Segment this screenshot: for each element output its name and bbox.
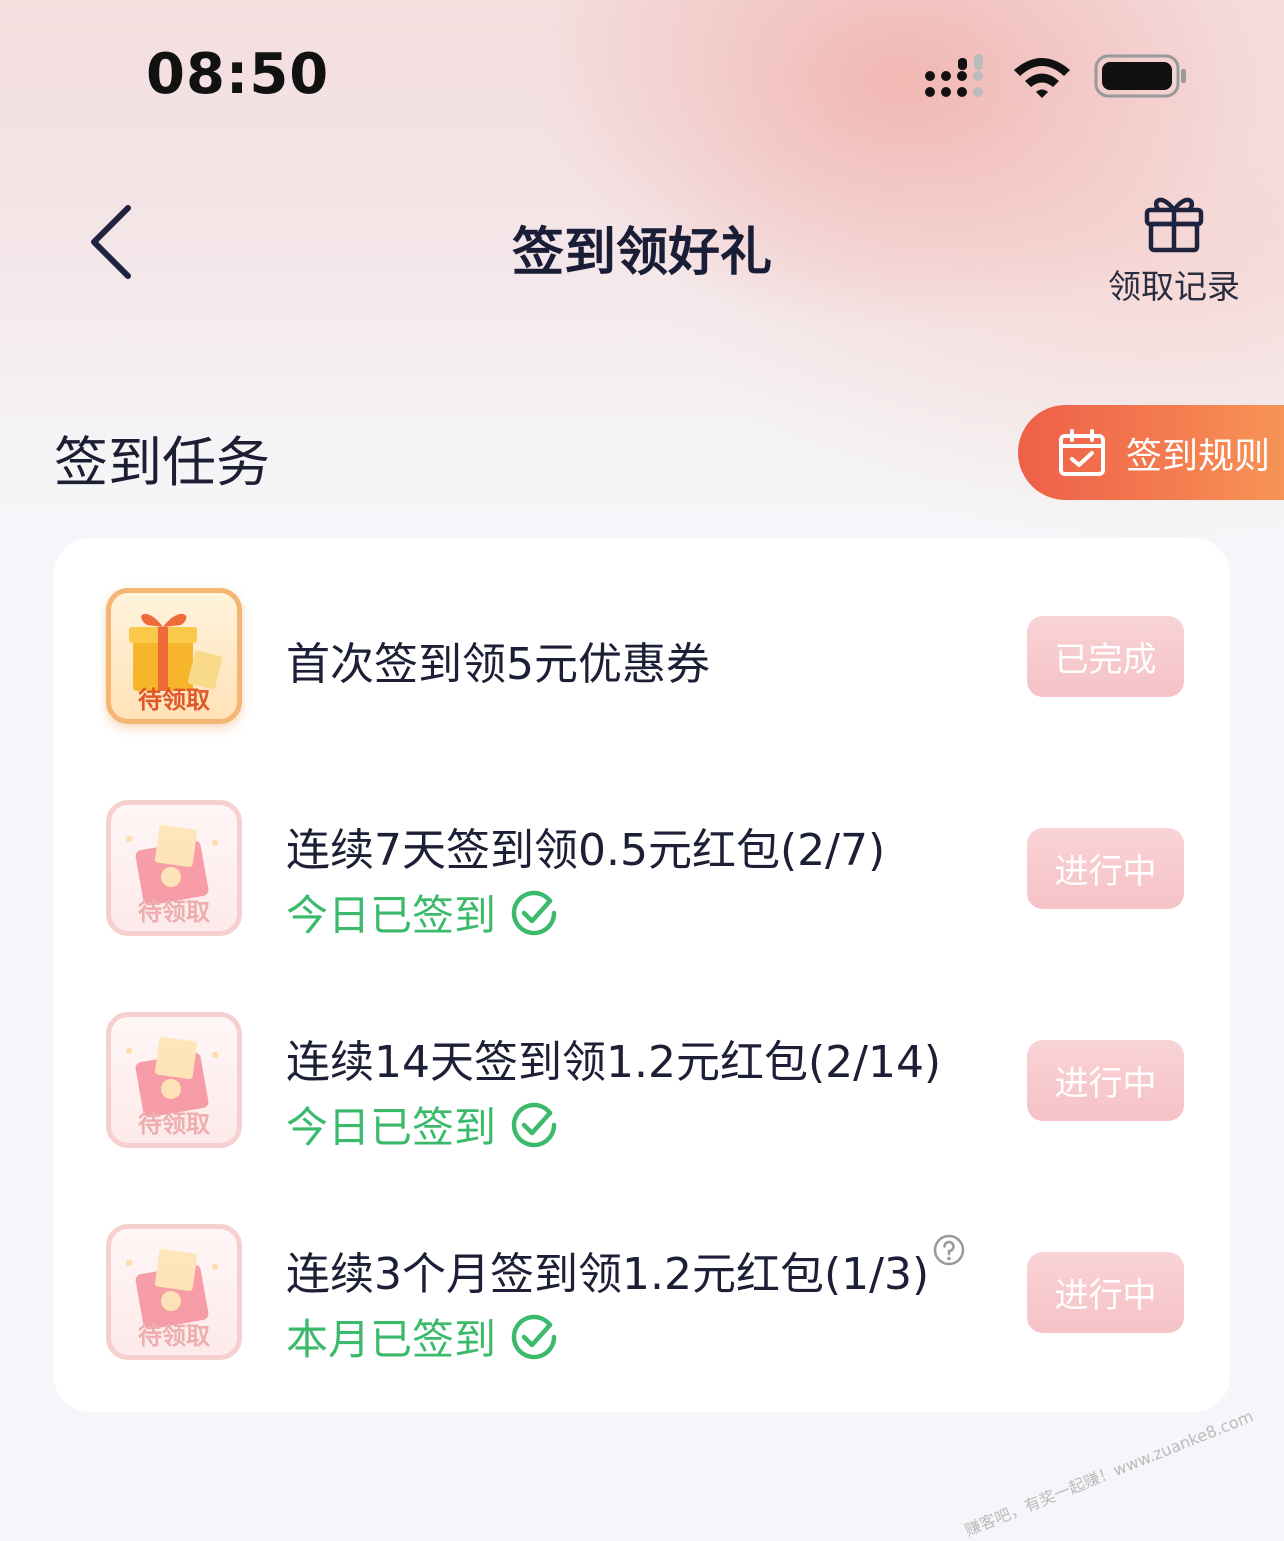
gift-box-thumbnail: 待领取 — [106, 588, 242, 724]
sign-in-rules-label: 签到规则 — [1126, 435, 1271, 477]
check-circle-icon — [511, 1102, 557, 1147]
gift-icon — [1144, 197, 1204, 253]
pending-tag: 待领取 — [138, 1322, 210, 1350]
page-title: 签到领好礼 — [511, 223, 772, 283]
task-title: 连续3个月签到领1.2元红包(1/3) — [286, 1249, 930, 1300]
sign-in-status: 本月已签到 — [286, 1306, 558, 1367]
task-status-button[interactable]: 进行中 — [1027, 1040, 1184, 1121]
wifi-icon — [1014, 58, 1070, 98]
task-status-button[interactable]: 已完成 — [1027, 616, 1184, 697]
records-button[interactable]: 领取记录 — [1096, 188, 1252, 308]
task-title: 连续7天签到领0.5元红包(2/7) — [286, 825, 886, 876]
red-envelope-thumbnail: 待领取 — [106, 800, 242, 936]
pending-tag: 待领取 — [138, 1110, 210, 1138]
task-status-button[interactable]: 进行中 — [1027, 1252, 1184, 1333]
sign-in-status-text: 今日已签到 — [286, 1103, 497, 1152]
section-title: 签到任务 — [54, 431, 270, 494]
task-title-wrapper: 连续3个月签到领1.2元红包(1/3) — [286, 1234, 965, 1302]
sign-in-status: 今日已签到 — [286, 1094, 558, 1155]
calendar-check-icon — [1059, 428, 1105, 476]
check-circle-icon — [511, 890, 557, 935]
task-card: 待领取 首次签到领5元优惠券 已完成 待领取 连续7天签到领0.5元红包(2/7… — [54, 538, 1230, 1412]
status-time: 08:50 — [146, 42, 330, 107]
task-title: 首次签到领5元优惠券 — [286, 639, 710, 690]
cellular-signal-icon — [925, 54, 983, 97]
task-title: 连续14天签到领1.2元红包(2/14) — [286, 1037, 942, 1088]
records-label: 领取记录 — [1108, 267, 1240, 306]
sign-in-status: 今日已签到 — [286, 882, 558, 943]
help-question-icon[interactable] — [933, 1234, 965, 1266]
battery-icon — [1094, 54, 1186, 98]
sign-in-status-text: 今日已签到 — [286, 891, 497, 940]
red-envelope-thumbnail: 待领取 — [106, 1012, 242, 1148]
check-circle-icon — [511, 1314, 557, 1359]
pending-tag: 待领取 — [138, 898, 210, 926]
pending-tag: 待领取 — [138, 686, 210, 714]
sign-in-status-text: 本月已签到 — [286, 1315, 497, 1364]
task-status-button[interactable]: 进行中 — [1027, 828, 1184, 909]
red-envelope-thumbnail: 待领取 — [106, 1224, 242, 1360]
sign-in-rules-button[interactable]: 签到规则 — [1018, 405, 1284, 500]
